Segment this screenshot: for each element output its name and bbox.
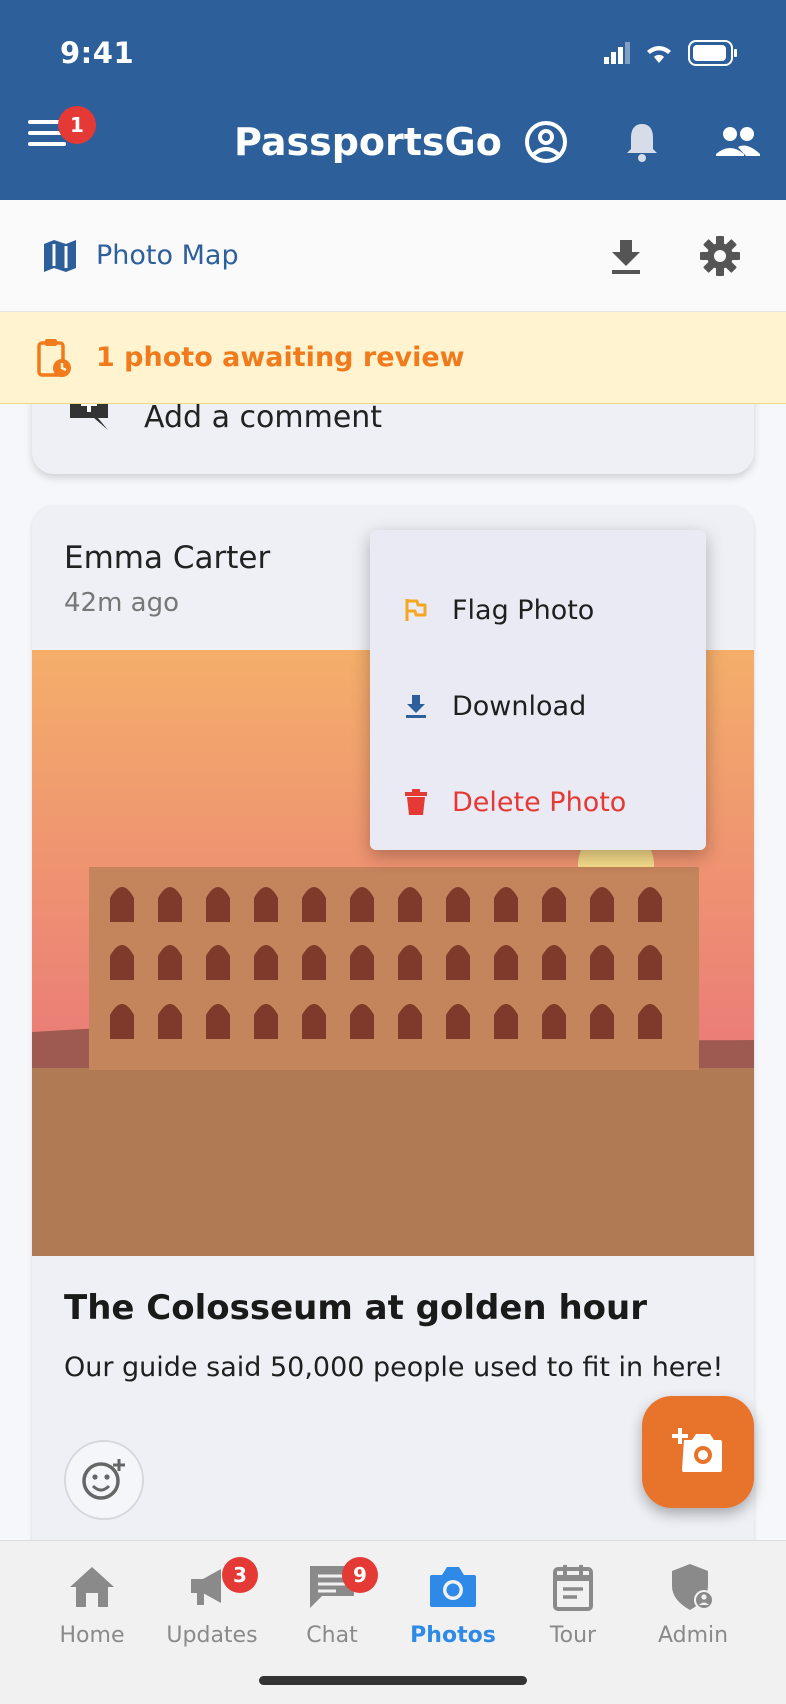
post-caption: Our guide said 50,000 people used to fit…	[64, 1352, 724, 1383]
nav-admin[interactable]: Admin	[633, 1559, 753, 1669]
chat-badge: 9	[342, 1557, 378, 1593]
delete-photo-label: Delete Photo	[452, 786, 627, 818]
nav-chat-label: Chat	[306, 1623, 358, 1648]
nav-home-label: Home	[59, 1623, 125, 1648]
download-label: Download	[452, 690, 587, 722]
settings-gear-icon[interactable]	[698, 234, 742, 278]
nav-updates-label: Updates	[166, 1623, 258, 1648]
updates-badge: 3	[222, 1557, 258, 1593]
review-banner-text: 1 photo awaiting review	[96, 342, 465, 373]
review-banner[interactable]: 1 photo awaiting review	[0, 312, 786, 404]
group-icon[interactable]	[712, 118, 764, 166]
map-toolbar: Photo Map	[0, 200, 786, 312]
status-icons	[604, 40, 738, 66]
emoji-add-icon	[82, 1459, 125, 1500]
admin-shield-icon	[672, 1564, 714, 1610]
nav-photos[interactable]: Photos	[393, 1559, 513, 1669]
nav-updates[interactable]: 3 Updates	[152, 1557, 272, 1669]
post-title: The Colosseum at golden hour	[64, 1288, 647, 1328]
download-icon[interactable]	[604, 234, 648, 278]
download-menu-item[interactable]: Download	[370, 658, 706, 754]
camera-icon	[430, 1567, 476, 1607]
battery-icon	[688, 40, 737, 66]
post-time: 42m ago	[64, 588, 180, 618]
flag-icon	[405, 599, 427, 621]
nav-chat[interactable]: 9 Chat	[272, 1557, 392, 1669]
map-icon[interactable]	[40, 236, 80, 276]
flag-photo-label: Flag Photo	[452, 594, 595, 626]
add-photo-camera-icon	[672, 1428, 722, 1472]
home-indicator	[259, 1676, 527, 1685]
account-icon[interactable]	[522, 118, 570, 166]
app-title: PassportsGo	[234, 120, 502, 164]
signal-icon	[604, 42, 630, 64]
nav-admin-label: Admin	[657, 1623, 729, 1648]
add-photo-fab[interactable]	[642, 1396, 754, 1508]
photo-context-menu: Flag Photo Download Delete Photo	[370, 530, 706, 850]
download-icon	[406, 695, 426, 718]
nav-photos-label: Photos	[410, 1623, 496, 1648]
post-author: Emma Carter	[64, 540, 271, 576]
status-time: 9:41	[60, 36, 135, 70]
nav-tour-label: Tour	[549, 1623, 597, 1648]
trash-icon	[405, 789, 427, 815]
add-comment-input[interactable]: Add a comment	[144, 400, 382, 435]
menu-notification-badge: 1	[58, 106, 96, 144]
nav-home[interactable]: Home	[32, 1559, 152, 1669]
wifi-icon	[647, 46, 671, 63]
add-reaction-button[interactable]	[64, 1440, 144, 1520]
clipboard-clock-icon	[37, 339, 71, 377]
app-header: 9:41 1 PassportsGo	[0, 0, 786, 200]
delete-photo-menu-item[interactable]: Delete Photo	[370, 754, 706, 850]
home-icon	[70, 1567, 114, 1607]
flag-photo-menu-item[interactable]: Flag Photo	[370, 562, 706, 658]
clipboard-icon	[553, 1565, 593, 1611]
photo-map-link[interactable]: Photo Map	[96, 240, 239, 271]
notification-bell-icon[interactable]	[618, 118, 666, 166]
nav-tour[interactable]: Tour	[513, 1559, 633, 1669]
